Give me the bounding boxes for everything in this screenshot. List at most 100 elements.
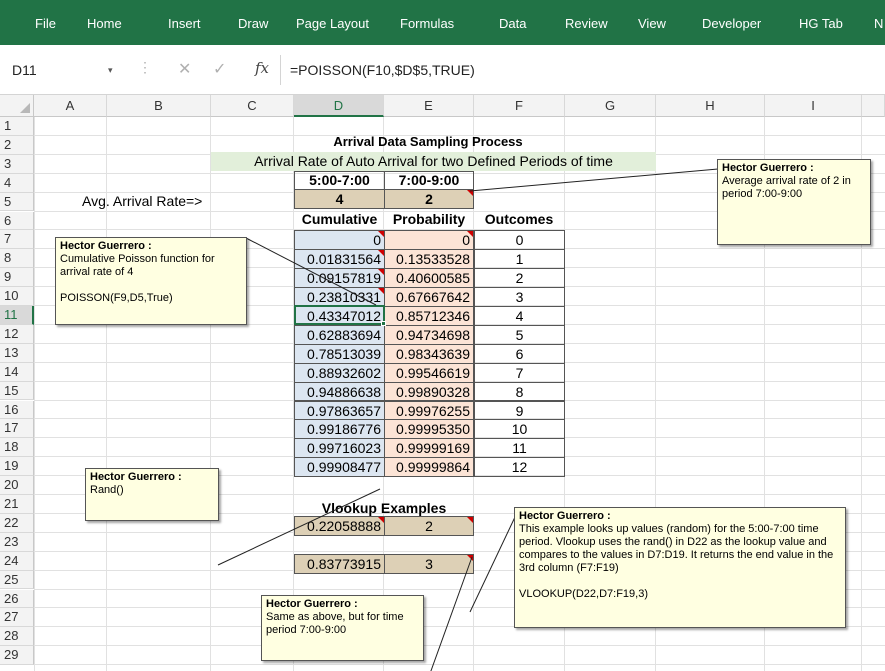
vlookup-2-result[interactable]: 3 [384,554,474,574]
row-header[interactable]: 16 [0,400,34,420]
outcome-cell[interactable]: 4 [474,306,565,326]
comment-note-e5[interactable]: Hector Guerrero : Average arrival rate o… [717,159,871,245]
row-header[interactable]: 15 [0,381,34,401]
row-header[interactable]: 1 [0,117,34,136]
fill-handle[interactable] [381,321,386,326]
tab-page-layout[interactable]: Page Layout [296,16,369,31]
sheet-title[interactable]: Arrival Data Sampling Process [294,134,562,152]
probability-cell[interactable]: 0 [384,230,474,251]
avg-rate-label[interactable]: Avg. Arrival Rate=> [82,192,292,210]
row-header[interactable]: 17 [0,419,34,439]
row-header[interactable]: 24 [0,551,34,571]
tab-formulas[interactable]: Formulas [400,16,454,31]
vlookup-1-result[interactable]: 2 [384,516,474,536]
outcome-cell[interactable]: 1 [474,249,565,270]
outcome-cell[interactable]: 11 [474,438,565,459]
tab-data[interactable]: Data [499,16,526,31]
outcome-cell[interactable]: 8 [474,381,565,402]
probability-cell[interactable]: 0.99890328 [384,381,474,402]
row-header[interactable]: 20 [0,476,34,495]
probability-cell[interactable]: 0.67667642 [384,287,474,307]
outcome-cell[interactable]: 9 [474,400,565,421]
comment-note-d19[interactable]: Hector Guerrero : Rand() [85,468,219,521]
column-header[interactable]: I [765,95,862,117]
header-cumulative[interactable]: Cumulative [294,210,385,228]
outcome-cell[interactable]: 7 [474,362,565,383]
insert-function-icon[interactable]: fx [255,59,269,77]
comment-note-e24[interactable]: Hector Guerrero : Same as above, but for… [261,595,424,661]
probability-cell[interactable]: 0.99999169 [384,438,474,459]
column-header[interactable]: C [211,95,294,117]
select-all-button[interactable] [0,95,34,117]
comment-note-e22[interactable]: Hector Guerrero : This example looks up … [514,507,846,628]
tab-view[interactable]: View [638,16,666,31]
tab-review[interactable]: Review [565,16,608,31]
tab-hg[interactable]: HG Tab [799,16,843,31]
column-header[interactable]: D [294,95,384,117]
column-header[interactable] [862,95,885,117]
outcome-cell[interactable]: 10 [474,419,565,440]
cumulative-cell[interactable]: 0.99716023 [294,438,385,459]
cumulative-cell[interactable]: 0.09157819 [294,268,385,289]
cumulative-cell[interactable]: 0.99186776 [294,419,385,440]
name-box-dropdown-icon[interactable]: ▾ [108,58,113,82]
vlookup-title[interactable]: Vlookup Examples [294,499,474,517]
tab-home[interactable]: Home [87,16,122,31]
outcome-cell[interactable]: 2 [474,268,565,289]
row-header[interactable]: 9 [0,268,34,288]
outcome-cell[interactable]: 0 [474,230,565,251]
column-header[interactable]: B [107,95,211,117]
cancel-icon[interactable]: ✕ [178,59,191,79]
probability-cell[interactable]: 0.98343639 [384,343,474,364]
tab-file[interactable]: File [35,16,56,31]
cumulative-cell[interactable]: 0.62883694 [294,324,385,345]
probability-cell[interactable]: 0.99999864 [384,457,474,478]
row-header[interactable]: 11 [0,306,34,325]
tab-developer[interactable]: Developer [702,16,761,31]
row-header[interactable]: 14 [0,362,34,382]
outcome-cell[interactable]: 6 [474,343,565,364]
row-header[interactable]: 12 [0,324,34,344]
outcome-cell[interactable]: 3 [474,287,565,307]
tab-overflow[interactable]: N [874,16,883,31]
column-header[interactable]: F [474,95,565,117]
row-header[interactable]: 5 [0,192,34,212]
probability-cell[interactable]: 0.85712346 [384,306,474,326]
row-header[interactable]: 29 [0,646,34,666]
column-header[interactable]: H [656,95,765,117]
cumulative-cell[interactable]: 0.88932602 [294,362,385,383]
cumulative-cell[interactable]: 0.23810331 [294,287,385,307]
row-header[interactable]: 7 [0,230,34,250]
row-header[interactable]: 26 [0,589,34,609]
tab-draw[interactable]: Draw [238,16,268,31]
probability-cell[interactable]: 0.13533528 [384,249,474,270]
probability-cell[interactable]: 0.99976255 [384,400,474,421]
probability-cell[interactable]: 0.94734698 [384,324,474,345]
column-header[interactable]: E [384,95,474,117]
tab-insert[interactable]: Insert [168,16,201,31]
period-2-header[interactable]: 7:00-9:00 [384,171,474,190]
outcome-cell[interactable]: 12 [474,457,565,478]
period-1-header[interactable]: 5:00-7:00 [294,171,385,190]
vlookup-2-value[interactable]: 0.83773915 [294,554,385,574]
row-header[interactable]: 8 [0,249,34,269]
vlookup-1-value[interactable]: 0.22058888 [294,516,385,536]
probability-cell[interactable]: 0.40600585 [384,268,474,289]
header-probability[interactable]: Probability [384,210,474,228]
row-header[interactable]: 2 [0,135,34,155]
row-header[interactable]: 13 [0,343,34,363]
row-header[interactable]: 25 [0,570,34,590]
row-header[interactable]: 6 [0,211,34,231]
row-header[interactable]: 10 [0,287,34,306]
cumulative-cell[interactable]: 0.43347012 [294,306,385,326]
outcome-cell[interactable]: 5 [474,324,565,345]
column-header[interactable]: A [34,95,107,117]
row-header[interactable]: 28 [0,627,34,647]
cumulative-cell[interactable]: 0.99908477 [294,457,385,478]
comment-note-d8[interactable]: Hector Guerrero : Cumulative Poisson fun… [55,237,247,325]
row-header[interactable]: 23 [0,532,34,552]
cumulative-cell[interactable]: 0.01831564 [294,249,385,270]
row-header[interactable]: 27 [0,608,34,628]
row-header[interactable]: 18 [0,438,34,458]
column-header[interactable]: G [565,95,656,117]
